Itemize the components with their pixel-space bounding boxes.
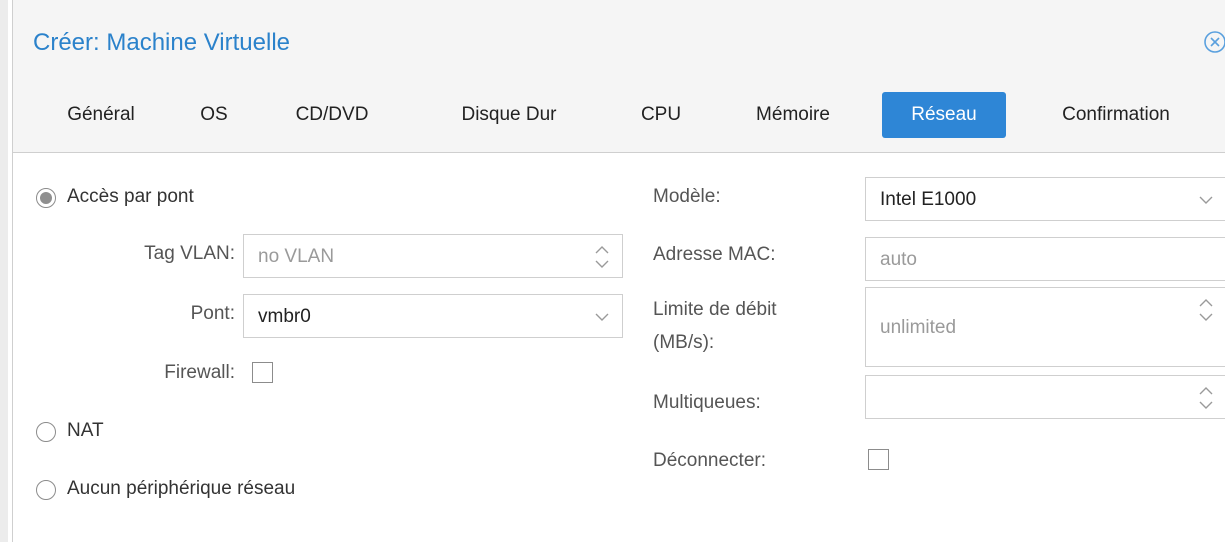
window-left-edge — [0, 0, 8, 542]
mac-address-label: Adresse MAC: — [653, 244, 776, 265]
tab-disque-dur[interactable]: Disque Dur — [437, 92, 581, 138]
spinner-updown-icon[interactable] — [594, 235, 610, 277]
tab-confirmation[interactable]: Confirmation — [1035, 92, 1197, 138]
tab-reseau[interactable]: Réseau — [882, 92, 1006, 138]
dialog-header: Créer: Machine Virtuelle Général OS CD/D… — [12, 0, 1225, 153]
firewall-checkbox[interactable] — [252, 362, 273, 383]
tab-cpu[interactable]: CPU — [625, 92, 697, 138]
disconnect-label: Déconnecter: — [653, 450, 767, 471]
model-label: Modèle: — [653, 186, 721, 207]
create-vm-dialog: Créer: Machine Virtuelle Général OS CD/D… — [12, 0, 1225, 542]
chevron-down-icon[interactable] — [594, 295, 610, 337]
rate-limit-input[interactable]: unlimited — [865, 287, 1225, 367]
disconnect-checkbox[interactable] — [868, 449, 889, 470]
model-select[interactable]: Intel E1000 — [865, 177, 1225, 221]
firewall-label: Firewall: — [164, 362, 235, 383]
tab-general[interactable]: Général — [41, 92, 161, 138]
spinner-updown-icon[interactable] — [1198, 376, 1214, 418]
rate-limit-label-line1: Limite de débit — [653, 299, 777, 320]
tab-os[interactable]: OS — [181, 92, 247, 138]
bridge-radio[interactable] — [36, 188, 56, 208]
bridge-select-label: Pont: — [190, 303, 235, 324]
tab-memoire[interactable]: Mémoire — [735, 92, 851, 138]
nat-radio[interactable] — [36, 422, 56, 442]
vlan-tag-label: Tag VLAN: — [144, 243, 235, 264]
bridge-select[interactable]: vmbr0 — [243, 294, 623, 338]
spinner-updown-icon[interactable] — [1198, 288, 1214, 366]
close-circle-icon[interactable] — [1203, 30, 1225, 54]
tab-cd-dvd[interactable]: CD/DVD — [277, 92, 387, 138]
multiqueue-input[interactable] — [865, 375, 1225, 419]
dialog-title: Créer: Machine Virtuelle — [33, 29, 291, 56]
network-panel: Accès par pont Tag VLAN: no VLAN Pont: v… — [12, 153, 1225, 542]
no-network-radio-label: Aucun périphérique réseau — [67, 478, 296, 499]
bridge-radio-label: Accès par pont — [67, 186, 194, 207]
no-network-radio[interactable] — [36, 480, 56, 500]
rate-limit-label-line2: (MB/s): — [653, 332, 715, 353]
multiqueue-label: Multiqueues: — [653, 392, 761, 413]
nat-radio-label: NAT — [67, 420, 104, 441]
vlan-tag-input[interactable]: no VLAN — [243, 234, 623, 278]
chevron-down-icon[interactable] — [1198, 178, 1214, 220]
mac-address-input[interactable]: auto — [865, 237, 1225, 281]
